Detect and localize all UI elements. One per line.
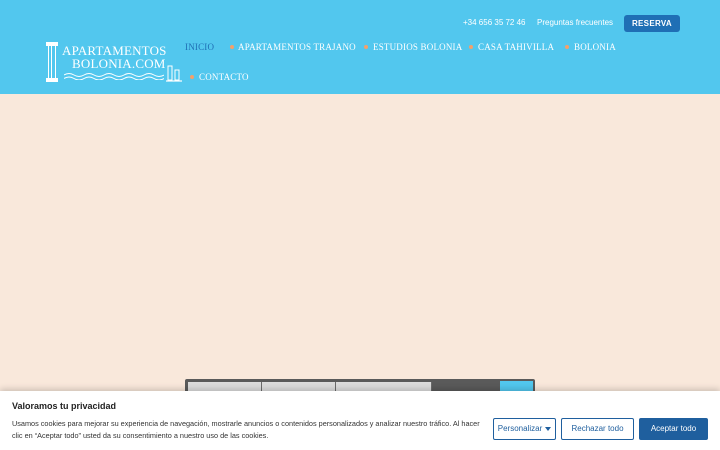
waves-icon	[64, 73, 164, 80]
faq-link[interactable]: Preguntas frecuentes	[537, 18, 613, 27]
nav-item-casa-tahivilla[interactable]: CASA TAHIVILLA	[478, 42, 554, 52]
logo-text-line2: BOLONIA.COM	[72, 56, 166, 71]
phone-link[interactable]: +34 656 35 72 46	[463, 18, 526, 27]
nav-bullet-icon	[364, 45, 368, 49]
accept-all-button[interactable]: Aceptar todo	[639, 418, 708, 440]
reserva-button[interactable]: RESERVA	[624, 15, 680, 32]
site-logo[interactable]: APARTAMENTOS BOLONIA.COM	[46, 40, 186, 84]
caret-down-icon	[545, 426, 552, 431]
site-header: +34 656 35 72 46 Preguntas frecuentes RE…	[0, 0, 720, 94]
ruin-column-icon	[166, 65, 182, 82]
cookie-banner-text: Usamos cookies para mejorar su experienc…	[12, 419, 480, 440]
nav-bullet-icon	[230, 45, 234, 49]
reject-all-button[interactable]: Rechazar todo	[561, 418, 634, 440]
column-icon	[46, 42, 58, 82]
nav-item-estudios-bolonia[interactable]: ESTUDIOS BOLONIA	[373, 42, 462, 52]
nav-bullet-icon	[190, 75, 194, 79]
nav-item-apartamentos-trajano[interactable]: APARTAMENTOS TRAJANO	[238, 42, 356, 52]
nav-item-contacto[interactable]: CONTACTO	[199, 72, 249, 82]
customize-button[interactable]: Personalizar	[493, 418, 556, 440]
cookie-banner-title: Valoramos tu privacidad	[12, 401, 117, 411]
nav-bullet-icon	[469, 45, 473, 49]
cookie-banner: Valoramos tu privacidad Usamos cookies p…	[0, 391, 720, 450]
customize-button-label: Personalizar	[497, 424, 543, 433]
nav-item-bolonia[interactable]: BOLONIA	[574, 42, 616, 52]
nav-item-inicio[interactable]: INICIO	[185, 42, 214, 52]
nav-bullet-icon	[565, 45, 569, 49]
